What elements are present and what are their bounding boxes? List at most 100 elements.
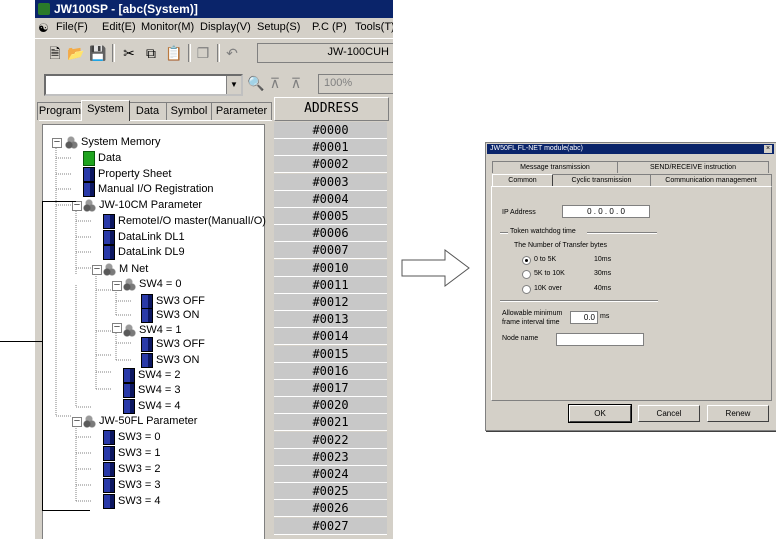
address-cell[interactable]: #0020 — [274, 397, 387, 415]
tree-node[interactable]: Property Sheet — [83, 166, 171, 182]
binoculars-icon[interactable]: 🔍 — [247, 75, 264, 91]
address-cell[interactable]: #0014 — [274, 328, 387, 346]
mdi-system-icon[interactable]: ☯ — [38, 21, 49, 35]
tab-cyclic-transmission[interactable]: Cyclic transmission — [552, 174, 651, 186]
address-cell[interactable]: #0006 — [274, 225, 387, 243]
address-cell[interactable]: #0022 — [274, 431, 387, 449]
tab-communication-management[interactable]: Communication management — [650, 174, 772, 186]
tree-node[interactable]: SW4 = 3 — [123, 382, 181, 398]
zoom-select[interactable]: 100% — [318, 74, 393, 94]
address-cell[interactable]: #0015 — [274, 345, 387, 363]
menu-file[interactable]: File(F) — [56, 21, 88, 33]
tree-node[interactable]: JW-10CM Parameter — [83, 197, 202, 213]
tab-program[interactable]: Program — [37, 102, 83, 120]
copy-icon[interactable]: ⧉ — [143, 45, 159, 61]
tree-node[interactable]: JW-50FL Parameter — [83, 413, 197, 429]
tab-symbol[interactable]: Symbol — [166, 102, 212, 120]
find-prev-icon[interactable]: ⊼ — [267, 75, 283, 91]
address-header[interactable]: ADDRESS — [274, 97, 389, 121]
vertical-scrollbar[interactable] — [389, 97, 393, 539]
address-cell[interactable]: #0026 — [274, 500, 387, 518]
tree-node[interactable]: SW3 = 2 — [103, 461, 161, 477]
menu-tools[interactable]: Tools(T) — [355, 21, 393, 33]
tree-node[interactable]: SW3 = 4 — [103, 493, 161, 509]
address-cell[interactable]: #0003 — [274, 173, 387, 191]
save-icon[interactable]: 💾 — [89, 45, 106, 61]
tree-node[interactable]: SW3 ON — [141, 307, 199, 323]
close-icon[interactable]: × — [764, 145, 772, 153]
menu-monitor[interactable]: Monitor(M) — [141, 21, 194, 33]
tree-node[interactable]: System Memory — [65, 134, 160, 150]
address-cell[interactable]: #0016 — [274, 362, 387, 380]
document-icon — [103, 429, 115, 445]
window-icon[interactable]: ❐ — [195, 45, 211, 61]
tab-data[interactable]: Data — [128, 102, 167, 120]
find-next-icon[interactable]: ⊼ — [288, 75, 304, 91]
tab-common[interactable]: Common — [492, 174, 553, 186]
tree-node[interactable]: SW3 OFF — [141, 336, 205, 352]
tree-node[interactable]: DataLink DL9 — [103, 244, 185, 260]
menu-pc[interactable]: P.C (P) — [312, 21, 347, 33]
radio-5k-to-10k[interactable] — [522, 270, 531, 279]
plc-model-field[interactable]: JW-100CUH — [257, 43, 393, 63]
tree-node[interactable]: SW3 = 0 — [103, 429, 161, 445]
undo-icon[interactable]: ↶ — [224, 45, 240, 61]
collapse-icon[interactable]: – — [112, 323, 122, 333]
system-tree[interactable]: – – – – – – System Memory Data Property … — [42, 124, 266, 539]
search-combo[interactable]: ▼ — [44, 74, 243, 96]
tree-node[interactable]: RemoteI/O master(ManualI/O) — [103, 213, 266, 229]
ok-button[interactable]: OK — [568, 404, 632, 423]
collapse-icon[interactable]: – — [72, 417, 82, 427]
collapse-icon[interactable]: – — [112, 281, 122, 291]
chevron-down-icon[interactable]: ▼ — [226, 76, 241, 94]
open-folder-icon[interactable]: 📂 — [67, 45, 84, 61]
address-cell[interactable]: #0000 — [274, 122, 387, 139]
menu-edit[interactable]: Edit(E) — [102, 21, 136, 33]
address-cell[interactable]: #0023 — [274, 448, 387, 466]
address-cell[interactable]: #0011 — [274, 276, 387, 294]
frame-interval-field[interactable]: 0.0 — [570, 311, 598, 324]
tree-node[interactable]: SW4 = 0 — [123, 276, 182, 292]
menu-display[interactable]: Display(V) — [200, 21, 251, 33]
tree-node[interactable]: SW3 ON — [141, 352, 199, 368]
paste-icon[interactable]: 📋 — [165, 45, 182, 61]
ip-address-field[interactable]: 0 . 0 . 0 . 0 — [562, 205, 650, 218]
address-cell[interactable]: #0027 — [274, 517, 387, 535]
cut-icon[interactable]: ✂ — [121, 45, 137, 61]
address-cell[interactable]: #0017 — [274, 380, 387, 397]
address-cell[interactable]: #0012 — [274, 294, 387, 311]
ms-unit-label: ms — [600, 313, 610, 320]
address-cell[interactable]: #0002 — [274, 156, 387, 174]
renew-button[interactable]: Renew — [707, 405, 769, 422]
tab-parameter[interactable]: Parameter — [211, 102, 272, 120]
address-cell[interactable]: #0021 — [274, 414, 387, 432]
radio-0-to-5k[interactable] — [522, 256, 531, 265]
address-cell[interactable]: #0024 — [274, 466, 387, 483]
collapse-icon[interactable]: – — [52, 138, 62, 148]
address-cell[interactable]: #0001 — [274, 139, 387, 157]
tree-node[interactable]: SW4 = 2 — [123, 367, 181, 383]
tree-node[interactable]: SW4 = 4 — [123, 398, 181, 414]
node-name-field[interactable] — [556, 333, 644, 346]
tree-node[interactable]: Manual I/O Registration — [83, 181, 214, 197]
address-cell[interactable]: #0004 — [274, 190, 387, 208]
menu-setup[interactable]: Setup(S) — [257, 21, 300, 33]
tree-node[interactable]: Data — [83, 150, 121, 166]
address-cell[interactable]: #0007 — [274, 242, 387, 260]
tree-node[interactable]: DataLink DL1 — [103, 229, 185, 245]
address-cell[interactable]: #0013 — [274, 311, 387, 329]
tab-send-receive[interactable]: SEND/RECEIVE instruction — [617, 161, 769, 173]
tree-node[interactable]: SW3 = 1 — [103, 445, 161, 461]
tab-message-transmission[interactable]: Message transmission — [492, 161, 618, 173]
collapse-icon[interactable]: – — [72, 201, 82, 211]
new-file-icon[interactable]: 🗎 — [47, 45, 63, 61]
address-cell[interactable]: #0005 — [274, 208, 387, 225]
cancel-button[interactable]: Cancel — [638, 405, 700, 422]
address-cell[interactable]: #0010 — [274, 259, 387, 277]
address-cell[interactable]: #0025 — [274, 483, 387, 501]
radio-10k-over[interactable] — [522, 285, 531, 294]
tree-node[interactable]: M Net — [103, 261, 148, 277]
tab-system[interactable]: System — [81, 100, 130, 121]
tree-node[interactable]: SW3 = 3 — [103, 477, 161, 493]
collapse-icon[interactable]: – — [92, 265, 102, 275]
